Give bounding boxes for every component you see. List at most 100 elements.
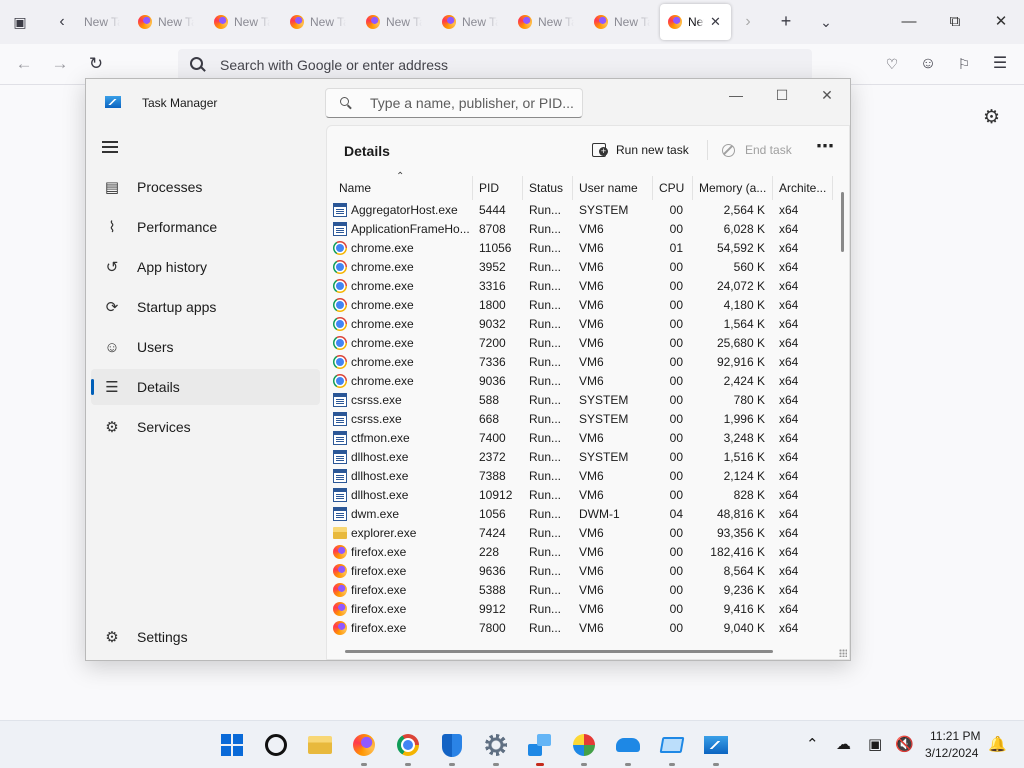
cell-pid: 7800: [479, 621, 506, 635]
table-row[interactable]: csrss.exe 668 Run... SYSTEM 00 1,996 K x64: [327, 410, 834, 429]
minimize-button[interactable]: —: [886, 10, 932, 34]
settings-app[interactable]: [481, 730, 511, 766]
table-row[interactable]: ctfmon.exe 7400 Run... VM6 00 3,248 K x64: [327, 429, 834, 448]
browser-tab[interactable]: New Tab: [206, 4, 278, 40]
firefox-favicon-icon: [518, 15, 532, 29]
browser-tab[interactable]: New Tab: [434, 4, 506, 40]
chrome-app[interactable]: [393, 730, 423, 766]
pocket-icon[interactable]: ♡: [882, 54, 902, 74]
table-row[interactable]: chrome.exe 9032 Run... VM6 00 1,564 K x64: [327, 315, 834, 334]
run-new-task-button[interactable]: Run new task: [592, 138, 689, 162]
table-row[interactable]: chrome.exe 11056 Run... VM6 01 54,592 K x64: [327, 239, 834, 258]
settings-icon: ⚙: [105, 629, 119, 646]
clock-time[interactable]: 11:21 PM: [930, 729, 980, 743]
table-row[interactable]: firefox.exe 9636 Run... VM6 00 8,564 K x64: [327, 562, 834, 581]
browser-tab[interactable]: New Tab: [510, 4, 582, 40]
table-row[interactable]: dllhost.exe 10912 Run... VM6 00 828 K x64: [327, 486, 834, 505]
notifications-icon[interactable]: 🔔: [988, 735, 1007, 753]
table-row[interactable]: chrome.exe 7200 Run... VM6 00 25,680 K x64: [327, 334, 834, 353]
network-icon[interactable]: ☁: [836, 735, 851, 753]
column-header-name[interactable]: Name: [333, 176, 473, 200]
tabs-scroll-left-icon[interactable]: ‹: [52, 12, 72, 32]
cell-cpu: 00: [669, 298, 683, 312]
table-row[interactable]: dllhost.exe 2372 Run... SYSTEM 00 1,516 K x64: [327, 448, 834, 467]
show-hidden-icons-icon[interactable]: ⌃: [806, 735, 819, 753]
tab-list-icon[interactable]: ▣: [10, 12, 30, 32]
reload-icon[interactable]: ↻: [86, 54, 106, 74]
account-icon[interactable]: ☺: [918, 54, 938, 74]
start-button[interactable]: [217, 730, 247, 760]
paint-app[interactable]: [569, 730, 599, 766]
clock-date[interactable]: 3/12/2024: [925, 746, 978, 760]
table-row[interactable]: chrome.exe 7336 Run... VM6 00 92,916 K x64: [327, 353, 834, 372]
table-row[interactable]: csrss.exe 588 Run... SYSTEM 00 780 K x64: [327, 391, 834, 410]
tabs-scroll-right-icon[interactable]: ›: [738, 12, 758, 32]
end-task-button[interactable]: End task: [722, 138, 792, 162]
search-input[interactable]: Type a name, publisher, or PID...: [325, 88, 583, 118]
volume-muted-icon[interactable]: 🔇: [895, 735, 914, 753]
tm-close-button[interactable]: ✕: [807, 85, 847, 105]
onedrive-app[interactable]: [613, 730, 643, 766]
resize-grip-icon[interactable]: [839, 649, 847, 657]
new-tab-icon[interactable]: +: [776, 11, 796, 31]
extensions-icon[interactable]: ⚐: [954, 54, 974, 74]
browser-tab[interactable]: New Tab: [586, 4, 658, 40]
task-manager-app[interactable]: [701, 730, 731, 766]
vertical-scrollbar[interactable]: [841, 192, 844, 252]
column-header-pid[interactable]: PID: [473, 176, 523, 200]
browser-tab[interactable]: New Tab: [282, 4, 354, 40]
column-header-user[interactable]: User name: [573, 176, 653, 200]
browser-tab[interactable]: New Tab ✕: [660, 4, 731, 40]
page-settings-gear-icon[interactable]: ⚙: [983, 106, 1000, 129]
table-row[interactable]: chrome.exe 9036 Run... VM6 00 2,424 K x64: [327, 372, 834, 391]
firefox-app[interactable]: [349, 730, 379, 766]
file-explorer-app[interactable]: [305, 730, 335, 760]
menu-icon[interactable]: ☰: [990, 54, 1010, 74]
tm-minimize-button[interactable]: —: [716, 85, 756, 105]
nav-item-services[interactable]: ⚙ Services: [91, 409, 320, 445]
column-header-cpu[interactable]: CPU: [653, 176, 693, 200]
table-row[interactable]: firefox.exe 5388 Run... VM6 00 9,236 K x64: [327, 581, 834, 600]
search-app[interactable]: [261, 730, 291, 760]
table-row[interactable]: AggregatorHost.exe 5444 Run... SYSTEM 00 2,56…: [327, 201, 834, 220]
close-tab-icon[interactable]: ✕: [710, 14, 721, 30]
nav-item-processes[interactable]: ▤ Processes: [91, 169, 320, 205]
table-row[interactable]: ApplicationFrameHo... 8708 Run... VM6 00 6,02…: [327, 220, 834, 239]
table-row[interactable]: dwm.exe 1056 Run... DWM-1 04 48,816 K x64: [327, 505, 834, 524]
browser-tab[interactable]: New Tab: [358, 4, 430, 40]
table-row[interactable]: explorer.exe 7424 Run... VM6 00 93,356 K x64: [327, 524, 834, 543]
table-row[interactable]: dllhost.exe 7388 Run... VM6 00 2,124 K x64: [327, 467, 834, 486]
column-header-memory[interactable]: Memory (a...: [693, 176, 773, 200]
horizontal-scrollbar[interactable]: [345, 650, 773, 653]
browser-tab[interactable]: New Tab: [130, 4, 202, 40]
table-row[interactable]: firefox.exe 7800 Run... VM6 00 9,040 K x64: [327, 619, 834, 638]
more-options-icon[interactable]: ⋯: [816, 136, 835, 157]
back-icon[interactable]: ←: [14, 54, 34, 74]
remote-app[interactable]: [525, 730, 555, 766]
table-row[interactable]: firefox.exe 228 Run... VM6 00 182,416 K x64: [327, 543, 834, 562]
nav-item-users[interactable]: ☺ Users: [91, 329, 320, 365]
column-header-status[interactable]: Status: [523, 176, 573, 200]
hamburger-menu-icon[interactable]: [102, 141, 118, 153]
nav-item-settings[interactable]: ⚙ Settings: [91, 619, 320, 655]
nav-item-app-history[interactable]: ↺ App history: [91, 249, 320, 285]
nav-item-details[interactable]: ☰ Details: [91, 369, 320, 405]
table-row[interactable]: chrome.exe 1800 Run... VM6 00 4,180 K x64: [327, 296, 834, 315]
cell-status: Run...: [529, 393, 562, 407]
list-all-tabs-icon[interactable]: ⌄: [816, 12, 836, 32]
close-button[interactable]: ✕: [978, 10, 1024, 34]
cell-user: SYSTEM: [579, 203, 629, 217]
table-row[interactable]: chrome.exe 3316 Run... VM6 00 24,072 K x64: [327, 277, 834, 296]
nav-item-startup-apps[interactable]: ⟳ Startup apps: [91, 289, 320, 325]
table-row[interactable]: chrome.exe 3952 Run... VM6 00 560 K x64: [327, 258, 834, 277]
defender-app[interactable]: [437, 730, 467, 766]
nav-item-performance[interactable]: ⌇ Performance: [91, 209, 320, 245]
column-header-arch[interactable]: Archite...: [773, 176, 833, 200]
address-bar[interactable]: Search with Google or enter address: [178, 49, 812, 81]
tm-maximize-button[interactable]: ☐: [762, 85, 802, 105]
display-app[interactable]: [657, 730, 687, 766]
maximize-button[interactable]: ⧉: [932, 10, 978, 34]
table-row[interactable]: firefox.exe 9912 Run... VM6 00 9,416 K x64: [327, 600, 834, 619]
forward-icon[interactable]: →: [50, 54, 70, 74]
display-tray-icon[interactable]: ▣: [868, 735, 882, 753]
